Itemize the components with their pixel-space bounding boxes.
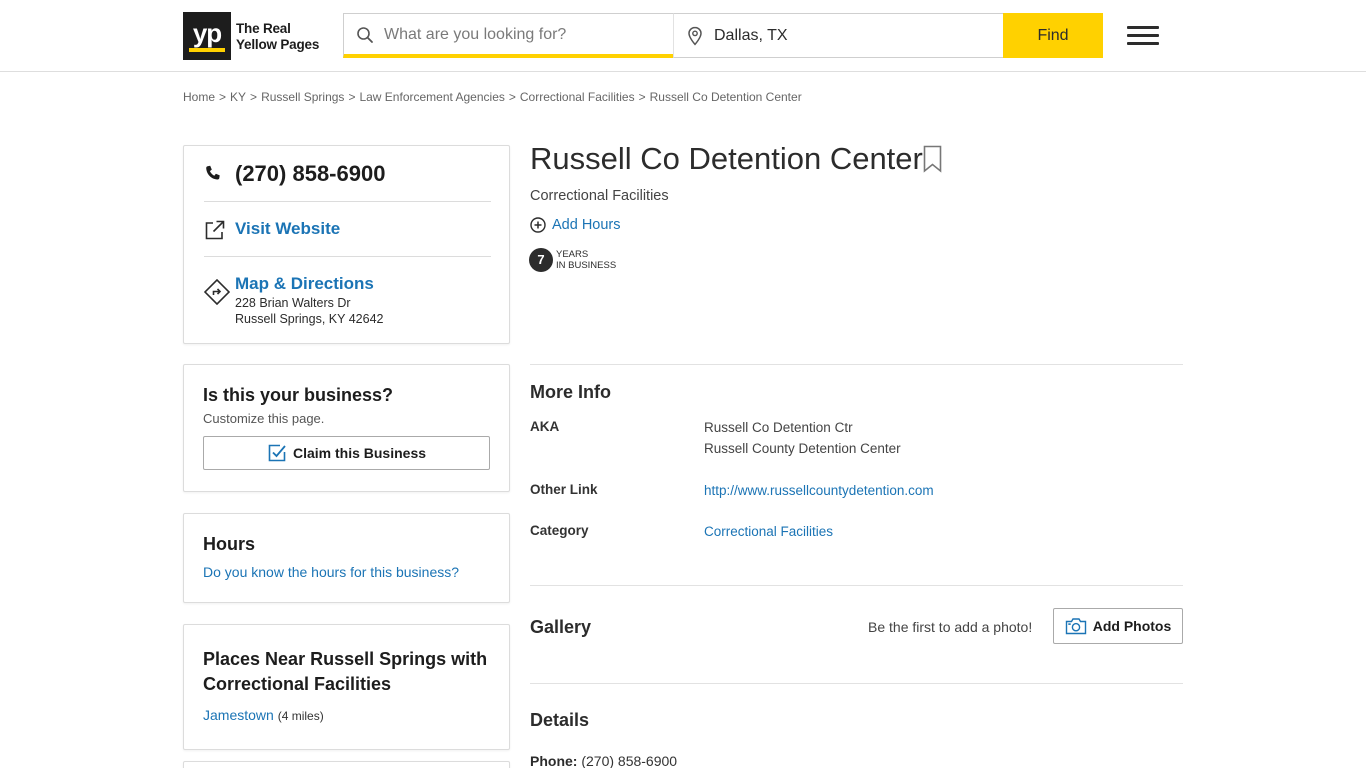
years-label-line2: IN BUSINESS: [556, 260, 617, 271]
claim-title: Is this your business?: [203, 385, 394, 405]
yp-logo[interactable]: yp: [183, 12, 231, 60]
bookmark-icon[interactable]: [923, 145, 942, 173]
phone-number[interactable]: (270) 858-6900: [235, 161, 385, 187]
add-hours-link[interactable]: Add Hours: [530, 217, 621, 233]
hours-card: Hours Do you know the hours for this bus…: [183, 513, 510, 603]
find-button[interactable]: Find: [1003, 13, 1103, 58]
camera-icon: [1065, 618, 1086, 635]
details-phone: Phone: (270) 858-6900: [530, 753, 677, 768]
hours-prompt-link[interactable]: Do you know the hours for this business?: [203, 564, 459, 580]
place-item: Jamestown (4 miles): [203, 707, 324, 723]
place-link-jamestown[interactable]: Jamestown: [203, 707, 274, 723]
details-phone-label: Phone:: [530, 753, 578, 768]
breadcrumb-category[interactable]: Correctional Facilities: [520, 90, 635, 104]
business-category[interactable]: Correctional Facilities: [530, 188, 669, 204]
breadcrumb-city[interactable]: Russell Springs: [261, 90, 344, 104]
gallery-title: Gallery: [530, 617, 592, 637]
claim-button-label: Claim this Business: [292, 445, 427, 461]
next-card-partial: [183, 761, 510, 768]
add-photos-button[interactable]: Add Photos: [1053, 608, 1183, 644]
logo-line1: The Real: [236, 21, 291, 36]
details-phone-value: (270) 858-6900: [581, 753, 678, 768]
category-value-link[interactable]: Correctional Facilities: [704, 521, 833, 542]
directions-icon: [204, 279, 230, 305]
place-distance: (4 miles): [277, 709, 324, 723]
location-box: [673, 13, 1004, 58]
breadcrumb: Home > KY > Russell Springs > Law Enforcement …: [183, 90, 802, 104]
phone-row: (270) 858-6900: [204, 146, 491, 202]
search-box: [343, 13, 674, 58]
years-number: 7: [529, 248, 553, 272]
logo-text[interactable]: The Real Yellow Pages: [236, 21, 319, 53]
external-link-icon: [205, 220, 225, 240]
breadcrumb-current: Russell Co Detention Center: [649, 90, 802, 104]
gallery-note: Be the first to add a photo!: [868, 619, 1033, 635]
site-header: yp The Real Yellow Pages Find: [0, 0, 1366, 72]
details-title: Details: [530, 710, 590, 730]
places-title: Places Near Russell Springs with Correct…: [203, 649, 488, 694]
location-pin-icon: [688, 26, 702, 46]
address-street: 228 Brian Walters Dr: [235, 296, 351, 310]
hamburger-menu-icon[interactable]: [1127, 26, 1159, 46]
other-link-label: Other Link: [530, 482, 598, 497]
logo-line2: Yellow Pages: [236, 37, 320, 52]
search-icon: [357, 27, 373, 43]
divider: [530, 585, 1183, 586]
map-row: Map & Directions 228 Brian Walters Dr Ru…: [204, 257, 491, 344]
breadcrumb-state[interactable]: KY: [230, 90, 246, 104]
claim-subtitle: Customize this page.: [203, 411, 325, 426]
years-label-line1: YEARS: [556, 249, 589, 260]
divider: [530, 364, 1183, 365]
breadcrumb-category-parent[interactable]: Law Enforcement Agencies: [359, 90, 504, 104]
category-label: Category: [530, 523, 589, 538]
location-input[interactable]: [714, 14, 994, 57]
phone-icon: [206, 165, 220, 180]
plus-circle-icon: [530, 217, 546, 233]
add-photos-label: Add Photos: [1092, 618, 1172, 634]
places-near-card: Places Near Russell Springs with Correct…: [183, 624, 510, 750]
aka-value: Russell County Detention Center: [704, 441, 901, 456]
website-row: Visit Website: [204, 202, 491, 257]
visit-website-link[interactable]: Visit Website: [235, 219, 340, 239]
other-link-value[interactable]: http://www.russellcountydetention.com: [704, 480, 934, 501]
aka-values: Russell Co Detention Ctr Russell County …: [704, 417, 901, 459]
logo-mark: yp: [192, 18, 222, 48]
more-info-title: More Info: [530, 382, 611, 402]
aka-label: AKA: [530, 419, 560, 434]
business-name: Russell Co Detention Center: [530, 141, 923, 176]
claim-business-button[interactable]: Claim this Business: [203, 436, 490, 470]
search-input[interactable]: [384, 14, 664, 55]
breadcrumb-home[interactable]: Home: [183, 90, 215, 104]
years-label: YEARS IN BUSINESS: [556, 249, 616, 271]
contact-card: (270) 858-6900 Visit Website Map & Direc…: [183, 145, 510, 344]
logo-underline: [189, 48, 225, 52]
checkbox-check-icon: [268, 444, 286, 462]
address-city: Russell Springs, KY 42642: [235, 312, 384, 326]
claim-business-card: Is this your business? Customize this pa…: [183, 364, 510, 492]
aka-value: Russell Co Detention Ctr: [704, 420, 853, 435]
hours-title: Hours: [203, 534, 256, 554]
map-directions-link[interactable]: Map & Directions: [235, 274, 374, 294]
divider: [530, 683, 1183, 684]
add-hours-label: Add Hours: [552, 217, 621, 233]
